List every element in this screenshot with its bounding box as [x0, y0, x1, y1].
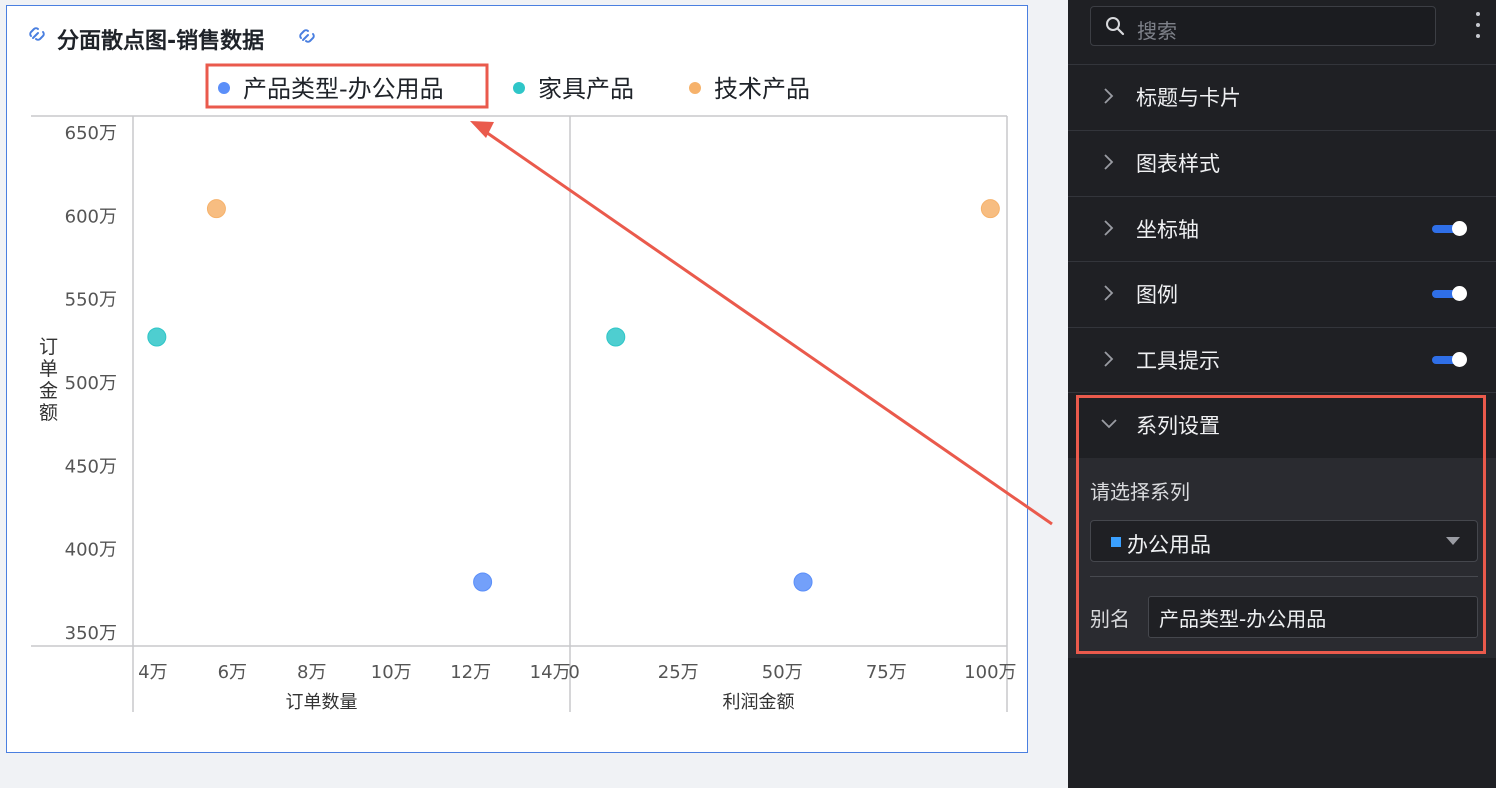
x-axis-title: 订单数量 — [286, 692, 358, 713]
legend-label: 技术产品 — [714, 75, 810, 103]
scatter-point[interactable] — [147, 327, 167, 347]
section-label: 标题与卡片 — [1136, 86, 1241, 110]
scatter-point[interactable] — [606, 327, 626, 347]
legend-marker — [689, 82, 701, 94]
section-axis[interactable]: 坐标轴 — [1068, 196, 1496, 261]
series-select-label: 请选择系列 — [1090, 480, 1190, 504]
y-axis-title-char: 单 — [39, 358, 58, 380]
axis-toggle[interactable] — [1432, 221, 1467, 236]
canvas-area: 分面散点图-销售数据 产品类型-办公用品 家具产品 技术产品 订 单 金 额 3… — [0, 0, 1060, 788]
section-tooltip[interactable]: 工具提示 — [1068, 327, 1496, 392]
section-chart-style[interactable]: 图表样式 — [1068, 130, 1496, 195]
section-label: 系列设置 — [1136, 414, 1220, 438]
search-box[interactable]: 搜索 — [1090, 6, 1436, 46]
legend-item-furniture[interactable]: 家具产品 — [513, 75, 634, 103]
chevron-right-icon — [1104, 88, 1114, 104]
y-axis-title-char: 金 — [39, 380, 58, 402]
legend-item-tech[interactable]: 技术产品 — [689, 75, 810, 103]
x-tick-label: 8万 — [297, 662, 326, 683]
legend-label: 家具产品 — [538, 75, 634, 103]
x-tick-label: 100万 — [964, 662, 1016, 683]
section-label: 工具提示 — [1136, 349, 1220, 373]
settings-panel: 搜索 标题与卡片 图表样式 坐标轴 图例 工具提示 系列设置 请选择系列 办公用… — [1068, 0, 1496, 788]
series-dropdown[interactable]: 办公用品 — [1090, 520, 1478, 562]
scatter-point[interactable] — [793, 572, 813, 592]
y-tick-label: 600万 — [65, 206, 117, 227]
scatter-point[interactable] — [206, 199, 226, 219]
y-axis-title-char: 订 — [39, 336, 58, 358]
x-tick-label: 50万 — [762, 662, 803, 683]
y-axis-title-char: 额 — [39, 402, 58, 424]
x-tick-label: 10万 — [371, 662, 412, 683]
x-axis-titles: 订单数量 利润金额 — [286, 692, 795, 713]
y-tick-label: 350万 — [65, 623, 117, 644]
caret-down-icon — [1446, 537, 1460, 545]
series-dropdown-value: 办公用品 — [1127, 533, 1211, 557]
chart-title: 分面散点图-销售数据 — [57, 28, 264, 54]
legend-marker — [218, 82, 230, 94]
more-options-icon[interactable] — [1474, 12, 1482, 42]
search-icon — [1106, 17, 1125, 36]
section-legend[interactable]: 图例 — [1068, 261, 1496, 326]
chevron-right-icon — [1104, 285, 1114, 301]
series-settings-body: 请选择系列 办公用品 别名 — [1068, 458, 1496, 658]
alias-label: 别名 — [1090, 607, 1130, 631]
chevron-right-icon — [1104, 220, 1114, 236]
y-axis-title: 订 单 金 额 — [39, 336, 64, 424]
x-tick-label: 25万 — [658, 662, 699, 683]
chevron-right-icon — [1104, 154, 1114, 170]
alias-input[interactable] — [1148, 596, 1478, 638]
legend-label: 产品类型-办公用品 — [243, 75, 444, 103]
faceted-scatter-chart: 分面散点图-销售数据 产品类型-办公用品 家具产品 技术产品 订 单 金 额 3… — [29, 27, 1017, 713]
chevron-down-icon — [1101, 419, 1117, 429]
search-placeholder: 搜索 — [1137, 19, 1177, 43]
series-color-swatch — [1111, 537, 1121, 547]
y-tick-label: 450万 — [65, 456, 117, 477]
title-link-icon-right[interactable] — [299, 29, 315, 43]
y-tick-label: 550万 — [65, 290, 117, 311]
y-tick-label: 400万 — [65, 540, 117, 561]
y-tick-label: 650万 — [65, 123, 117, 144]
section-label: 图表样式 — [1136, 152, 1220, 176]
scatter-point[interactable] — [473, 572, 493, 592]
section-label: 坐标轴 — [1136, 218, 1199, 242]
legend-toggle[interactable] — [1432, 286, 1467, 301]
chart-frame — [31, 115, 1008, 712]
section-title-card[interactable]: 标题与卡片 — [1068, 64, 1496, 129]
section-series-settings[interactable]: 系列设置 — [1068, 392, 1496, 457]
x-axis-title: 利润金额 — [723, 692, 795, 713]
chevron-right-icon — [1104, 351, 1114, 367]
x-tick-label: 0 — [568, 662, 579, 683]
legend-item-office[interactable]: 产品类型-办公用品 — [218, 75, 444, 103]
x-tick-label: 4万 — [138, 662, 167, 683]
y-axis-ticks: 350万 400万 450万 500万 550万 600万 650万 — [65, 123, 117, 644]
section-label: 图例 — [1136, 283, 1178, 307]
x-axis-ticks: 4万 6万 8万 10万 12万 14万0 25万 50万 75万 100万 — [138, 662, 1016, 683]
x-tick-label: 75万 — [866, 662, 907, 683]
scatter-points — [147, 199, 1000, 592]
x-tick-label: 14万 — [530, 662, 571, 683]
tooltip-toggle[interactable] — [1432, 352, 1467, 367]
title-link-icon-left[interactable] — [29, 27, 45, 41]
legend-marker — [513, 82, 525, 94]
x-tick-label: 6万 — [218, 662, 247, 683]
scatter-point[interactable] — [980, 199, 1000, 219]
y-tick-label: 500万 — [65, 373, 117, 394]
x-tick-label: 12万 — [450, 662, 491, 683]
chart-card[interactable]: 分面散点图-销售数据 产品类型-办公用品 家具产品 技术产品 订 单 金 额 3… — [6, 5, 1028, 753]
divider — [1090, 576, 1478, 577]
